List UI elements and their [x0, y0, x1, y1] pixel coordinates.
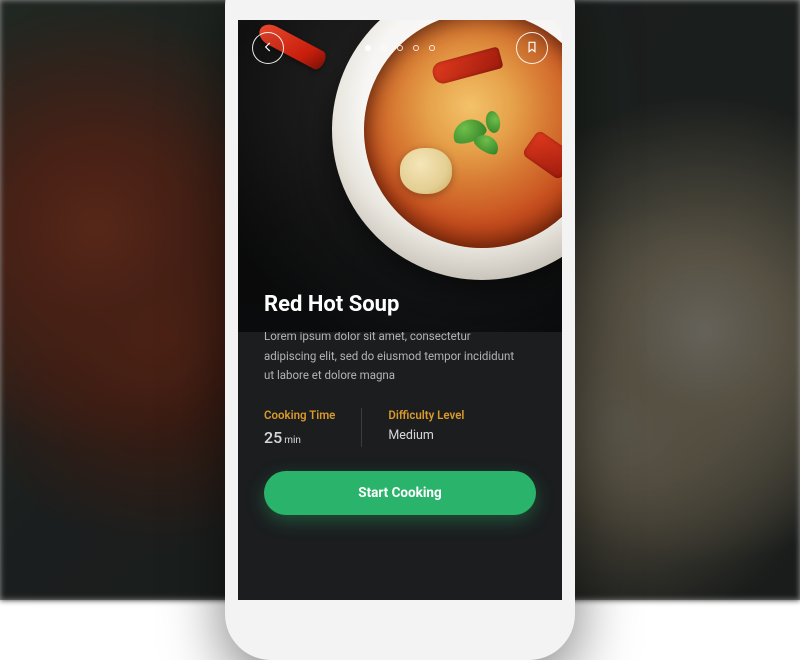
- recipe-description: Lorem ipsum dolor sit amet, consectetur …: [264, 327, 524, 386]
- back-button[interactable]: [252, 32, 284, 64]
- difficulty-value: Medium: [388, 428, 464, 443]
- recipe-hero-image: [238, 20, 562, 332]
- pagination-dot[interactable]: [413, 45, 419, 51]
- bookmark-icon: [525, 39, 539, 58]
- cooking-time-value: 25: [264, 428, 282, 447]
- hero-illustration: [400, 148, 452, 194]
- pagination-dot[interactable]: [381, 45, 387, 51]
- pagination-dot[interactable]: [365, 45, 371, 51]
- stat-label: Difficulty Level: [388, 408, 464, 422]
- stat-label: Cooking Time: [264, 408, 335, 422]
- phone-device-frame: Red Hot Soup Lorem ipsum dolor sit amet,…: [225, 0, 575, 660]
- stat-difficulty: Difficulty Level Medium: [361, 408, 490, 447]
- phone-screen: Red Hot Soup Lorem ipsum dolor sit amet,…: [238, 20, 562, 600]
- start-cooking-button[interactable]: Start Cooking: [264, 471, 536, 515]
- recipe-title: Red Hot Soup: [264, 292, 536, 317]
- stat-cooking-time: Cooking Time 25min: [264, 408, 361, 447]
- pagination-dots[interactable]: [365, 45, 435, 51]
- stat-value: 25min: [264, 428, 335, 447]
- hero-topbar: [252, 32, 548, 64]
- recipe-stats: Cooking Time 25min Difficulty Level Medi…: [264, 408, 536, 447]
- bookmark-button[interactable]: [516, 32, 548, 64]
- pagination-dot[interactable]: [397, 45, 403, 51]
- cooking-time-unit: min: [284, 435, 301, 446]
- pagination-dot[interactable]: [429, 45, 435, 51]
- arrow-left-icon: [261, 39, 275, 58]
